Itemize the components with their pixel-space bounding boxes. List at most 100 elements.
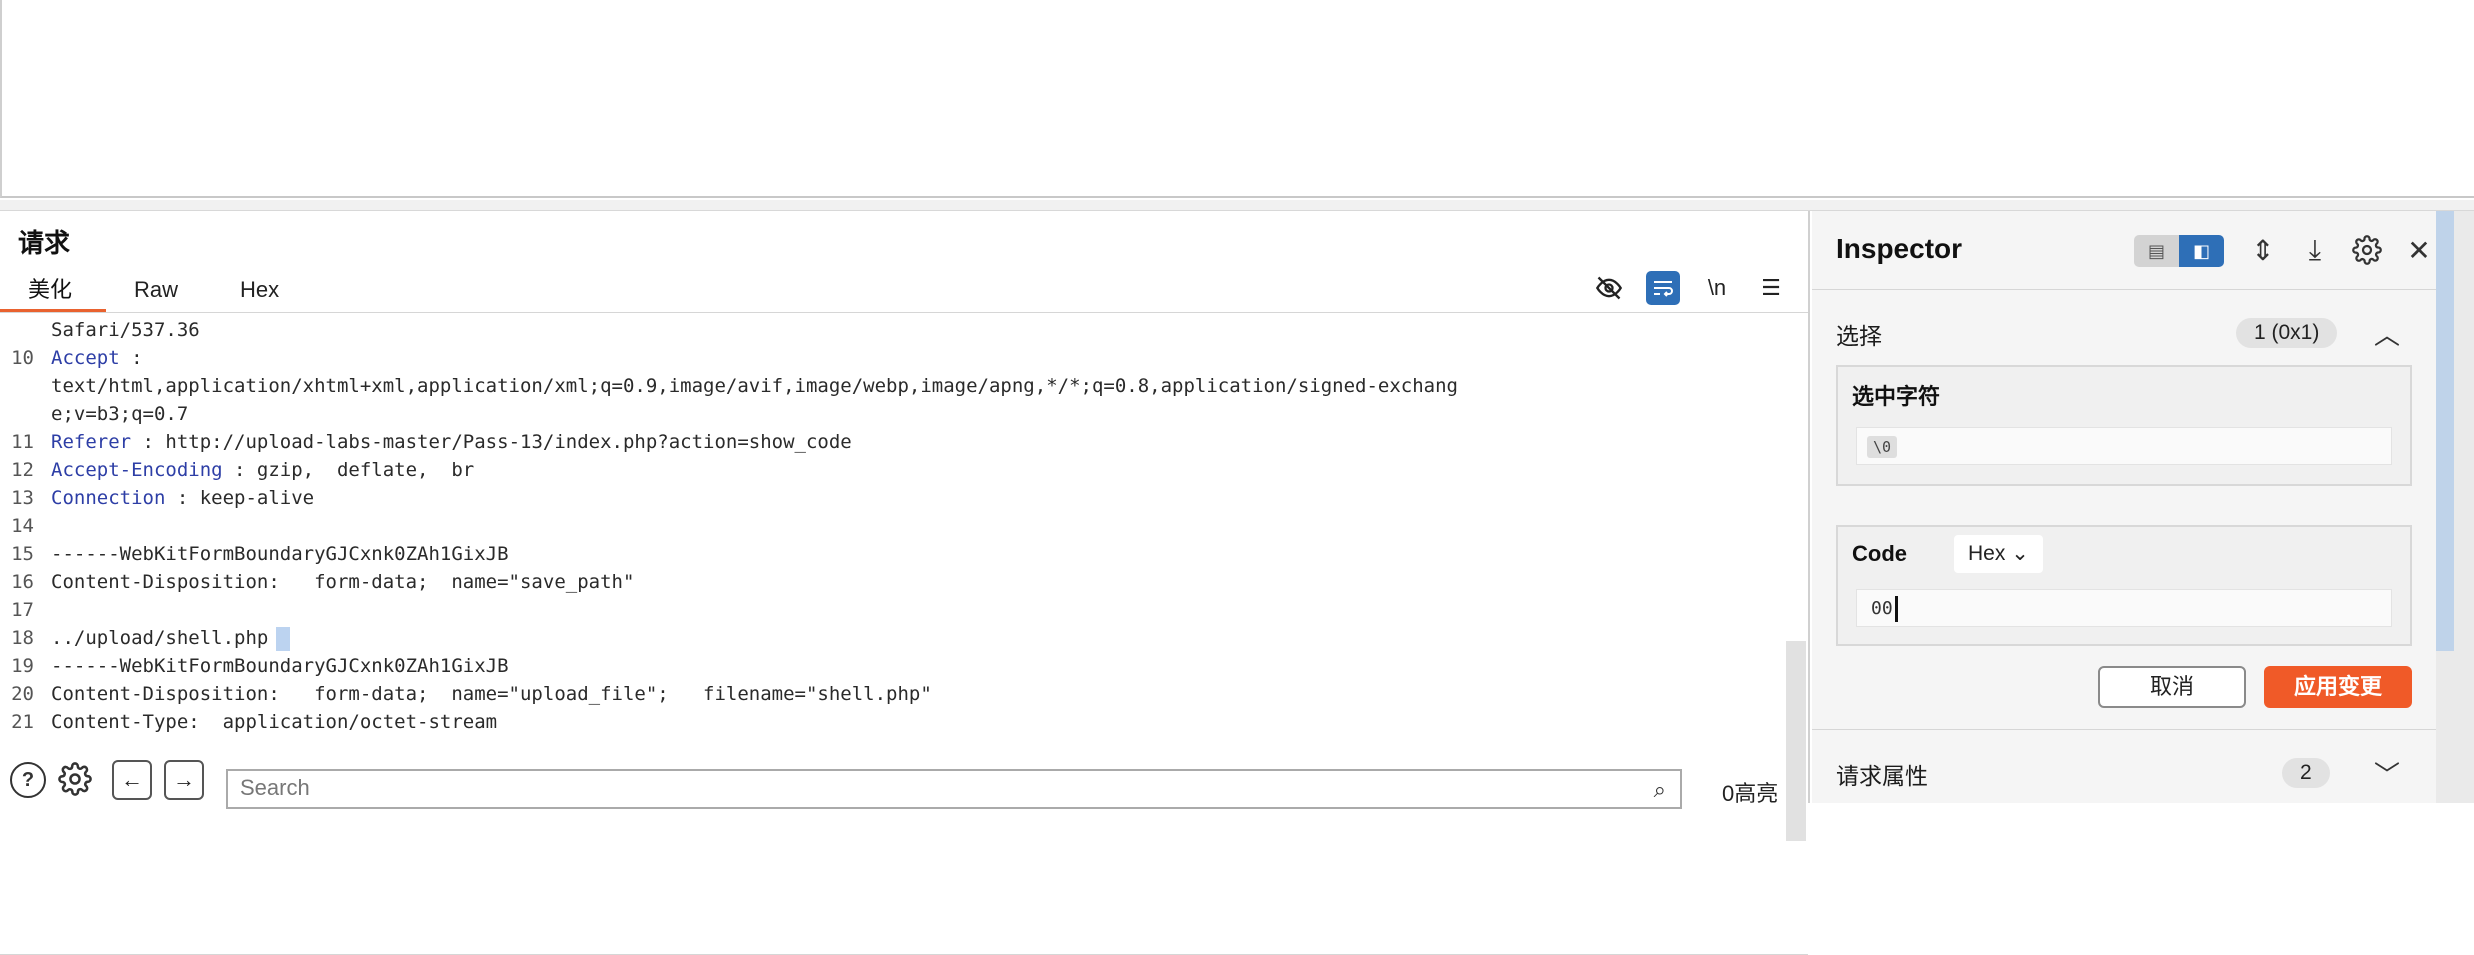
inspector-title: Inspector [1836,233,1963,264]
editor-line[interactable]: 10 Accept : [0,344,1788,372]
hide-nonprintable-icon[interactable] [1592,271,1626,305]
line-text: : [119,347,143,369]
line-number: 12 [11,459,34,481]
editor-line[interactable]: 15 ------WebKitFormBoundaryGJCxnk0ZAh1Gix… [0,540,1788,568]
expand-all-icon[interactable]: ⇕ [2246,233,2280,267]
selection-section-header[interactable]: 选择 1 (0x1) ︿ [1812,297,2436,367]
selected-chars-box: 选中字符 \0 [1836,365,2412,486]
line-text: : gzip, deflate, br [222,459,475,481]
editor-line[interactable]: Safari/537.36 [0,316,1788,344]
code-format-select[interactable]: Hex ⌄ [1954,535,2043,573]
line-text: Safari/537.36 [51,319,200,341]
editor-line[interactable]: 11 Referer : http://upload-labs-master/Pa… [0,428,1788,456]
line-text: ------WebKitFormBoundaryGJCxnk0ZAh1GixJB [51,655,509,677]
line-text: : http://upload-labs-master/Pass-13/inde… [131,431,852,453]
line-content: Accept : [51,344,143,372]
request-attrs-label: 请求属性 [1836,763,1928,789]
editor-line[interactable]: 20 Content-Disposition: form-data; name="… [0,680,1788,708]
code-title: Code [1852,541,1907,566]
inspector-settings-icon[interactable] [2350,233,2384,267]
menu-icon[interactable]: ☰ [1754,271,1788,305]
chevron-down-icon: ⌄ [2011,542,2029,565]
header-name: Accept [51,347,120,369]
highlight-count: 0高亮 [1722,781,1779,806]
cancel-button[interactable]: 取消 [2098,666,2246,708]
editor-scrollbar[interactable] [1786,641,1806,841]
line-text: text/html,application/xhtml+xml,applicat… [51,375,1458,397]
line-number: 10 [11,347,34,369]
inspector-panel: Inspector ▤ ◧ ⇕ ⤓ ✕ 选择 1 (0x1) ︿ 选中字符 \0… [1812,211,2474,803]
editor-toolbar: \n ☰ [1592,271,1788,305]
header-name: Referer [51,431,132,453]
chevron-down-icon[interactable]: ﹀ [2374,755,2400,792]
line-text: ../upload/shell.php [51,627,269,649]
line-number: 13 [11,487,34,509]
editor-line[interactable]: 12 Accept-Encoding : gzip, deflate, br [0,456,1788,484]
request-panel: 请求 美化 Raw Hex \n ☰ Safari/537.36 10 Accept… [0,211,1810,955]
line-content: Accept-Encoding : gzip, deflate, br [51,456,474,484]
selected-null-byte[interactable] [276,626,291,651]
search-icon[interactable]: ⌕ [1654,777,1666,803]
tab-hex[interactable]: Hex [212,273,313,313]
chevron-up-icon[interactable]: ︿ [2374,315,2400,352]
selected-chars-field[interactable]: \0 [1856,427,2392,465]
editor-line[interactable]: 14 [0,512,1788,540]
line-number: 19 [11,655,34,677]
line-number: 17 [11,599,34,621]
editor-line[interactable]: 16 Content-Disposition: form-data; name="… [0,568,1788,596]
request-attrs-badge: 2 [2282,758,2330,788]
request-title: 请求 [18,228,71,258]
tabs-divider [0,312,1808,313]
request-attrs-section-header[interactable]: 请求属性 2 ﹀ [1812,737,2436,807]
inspector-scrollbar-thumb[interactable] [2436,211,2454,651]
tab-pretty[interactable]: 美化 [0,273,107,313]
wrap-lines-icon[interactable] [1646,271,1680,305]
line-text: Content-Type: application/octet-stream [51,711,498,733]
text-caret [1894,596,1898,622]
line-number: 16 [11,571,34,593]
tab-raw[interactable]: Raw [106,273,212,313]
header-name: Accept-Encoding [51,459,223,481]
pane-divider[interactable] [0,200,2474,211]
selection-badge: 1 (0x1) [2236,318,2338,348]
editor-line[interactable]: text/html,application/xhtml+xml,applicat… [0,372,1788,400]
line-content: Content-Disposition: form-data; name="up… [51,680,932,708]
line-content: ------WebKitFormBoundaryGJCxnk0ZAh1GixJB [51,652,509,680]
line-text: : keep-alive [165,487,315,509]
editor-line[interactable]: 17 [0,596,1788,624]
line-content: ------WebKitFormBoundaryGJCxnk0ZAh1GixJB [51,540,509,568]
settings-icon[interactable] [58,762,92,796]
code-field[interactable]: 00 [1856,589,2392,627]
search-input[interactable] [228,771,1632,805]
apply-changes-button[interactable]: 应用变更 [2264,666,2412,708]
forward-arrow-icon[interactable]: → [164,760,204,800]
line-number: 15 [11,543,34,565]
back-arrow-icon[interactable]: ← [112,760,152,800]
close-icon[interactable]: ✕ [2402,233,2436,267]
line-text: e;v=b3;q=0.7 [51,403,189,425]
previous-pane-area [0,0,2474,198]
line-number: 21 [11,711,34,733]
layout-left-icon[interactable]: ▤ [2134,235,2179,267]
editor-line[interactable]: 21 Content-Type: application/octet-stream [0,708,1788,736]
line-text: Content-Disposition: form-data; name="up… [51,683,932,705]
editor-line[interactable]: 19 ------WebKitFormBoundaryGJCxnk0ZAh1Gix… [0,652,1788,680]
line-content: Safari/537.36 [51,316,200,344]
editor-line[interactable]: 13 Connection : keep-alive [0,484,1788,512]
line-content: ../upload/shell.php [51,624,291,652]
request-editor[interactable]: Safari/537.36 10 Accept : text/html,applica… [0,316,1788,742]
layout-toggle: ▤ ◧ [2134,235,2224,267]
code-value-wrap: 00 [1871,596,1898,622]
collapse-all-icon[interactable]: ⤓ [2298,233,2332,267]
line-content: Content-Type: application/octet-stream [51,708,497,736]
line-text: ------WebKitFormBoundaryGJCxnk0ZAh1GixJB [51,543,509,565]
section-divider [1812,729,2436,730]
editor-line[interactable]: 18 ../upload/shell.php [0,624,1788,652]
layout-right-icon[interactable]: ◧ [2179,235,2224,267]
code-value: 00 [1871,598,1893,619]
line-content: Referer : http://upload-labs-master/Pass… [51,428,852,456]
search-box: ⌕ [226,769,1682,809]
help-icon[interactable]: ? [10,762,46,798]
newline-toggle[interactable]: \n [1700,271,1734,305]
editor-line[interactable]: e;v=b3;q=0.7 [0,400,1788,428]
